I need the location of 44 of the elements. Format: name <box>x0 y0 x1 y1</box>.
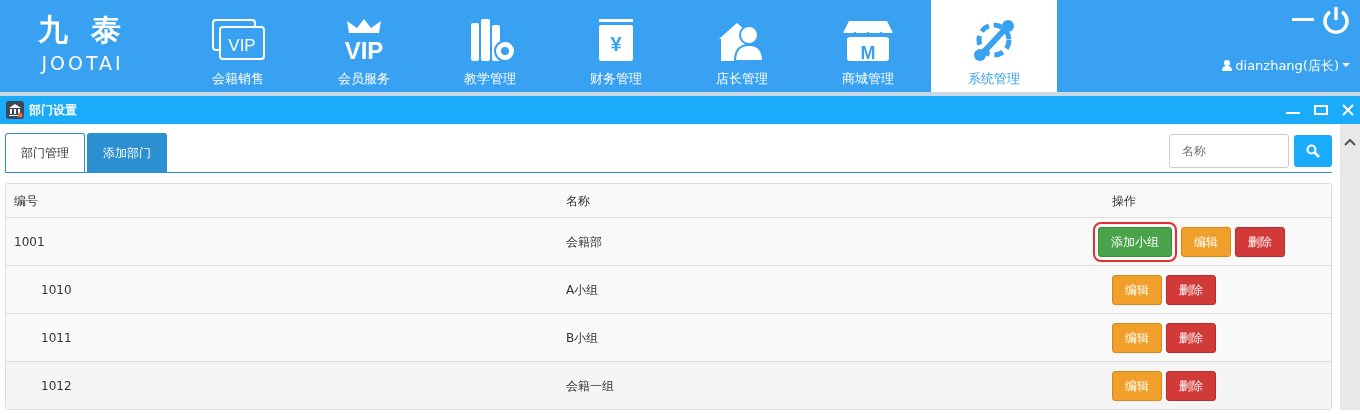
nav-tab[interactable]: 店长管理 <box>679 0 805 92</box>
edit-button[interactable]: 编辑 <box>1112 274 1162 305</box>
column-header: 编号 <box>13 192 39 210</box>
close-icon[interactable] <box>1342 104 1354 116</box>
nav-tab[interactable]: 系统管理 <box>931 0 1057 92</box>
nav-tab[interactable]: VIP 会员服务 <box>301 0 427 92</box>
edit-button[interactable]: 编辑 <box>1112 370 1162 401</box>
table-cell-text: 会籍部 <box>565 233 603 251</box>
user-icon <box>1222 60 1233 72</box>
table-cell-text: 会籍一组 <box>565 377 615 395</box>
column-header: 操作 <box>1112 192 1137 210</box>
nav-tab[interactable]: M 商城管理 <box>805 0 931 92</box>
window-title: 部门设置 <box>29 102 77 119</box>
logo-wordmark: JOOTAI <box>41 50 124 76</box>
tab[interactable]: 部门管理 <box>5 133 85 172</box>
maximize-icon[interactable] <box>1314 105 1328 115</box>
delete-button[interactable]: 删除 <box>1166 274 1216 305</box>
delete-button[interactable]: 删除 <box>1166 370 1216 401</box>
user-menu[interactable]: dianzhang(店长) <box>1222 56 1350 76</box>
table-cell-text: 1011 <box>40 329 73 347</box>
search-icon <box>1306 144 1320 158</box>
scrollbar[interactable] <box>1340 124 1360 410</box>
tab[interactable]: 添加部门 <box>87 133 167 172</box>
nav-tab[interactable]: 教学管理 <box>427 0 553 92</box>
bank-icon <box>6 101 24 119</box>
power-icon[interactable] <box>1322 6 1350 34</box>
search-button[interactable] <box>1294 135 1332 167</box>
search-field[interactable]: 名称 <box>1169 134 1289 168</box>
edit-button[interactable]: 编辑 <box>1112 322 1162 353</box>
table-cell-text: 1001 <box>13 233 46 251</box>
nav-tab[interactable]: ¥ 财务管理 <box>553 0 679 92</box>
delete-button[interactable]: 删除 <box>1235 226 1285 257</box>
scroll-up-icon[interactable] <box>1344 138 1356 146</box>
edit-button[interactable]: 编辑 <box>1181 226 1231 257</box>
delete-button[interactable]: 删除 <box>1166 322 1216 353</box>
minimize-icon[interactable] <box>1292 18 1314 22</box>
table-cell-text: B小组 <box>565 329 600 347</box>
table-cell-text: A小组 <box>565 281 600 299</box>
logo-mark: 九 泰 <box>38 14 127 45</box>
table-cell-text: 1010 <box>40 281 73 299</box>
column-header: 名称 <box>565 192 591 210</box>
nav-tab[interactable]: VIP 会籍销售 <box>175 0 301 92</box>
table-cell-text: 1012 <box>40 377 73 395</box>
caret-icon <box>1342 63 1350 69</box>
